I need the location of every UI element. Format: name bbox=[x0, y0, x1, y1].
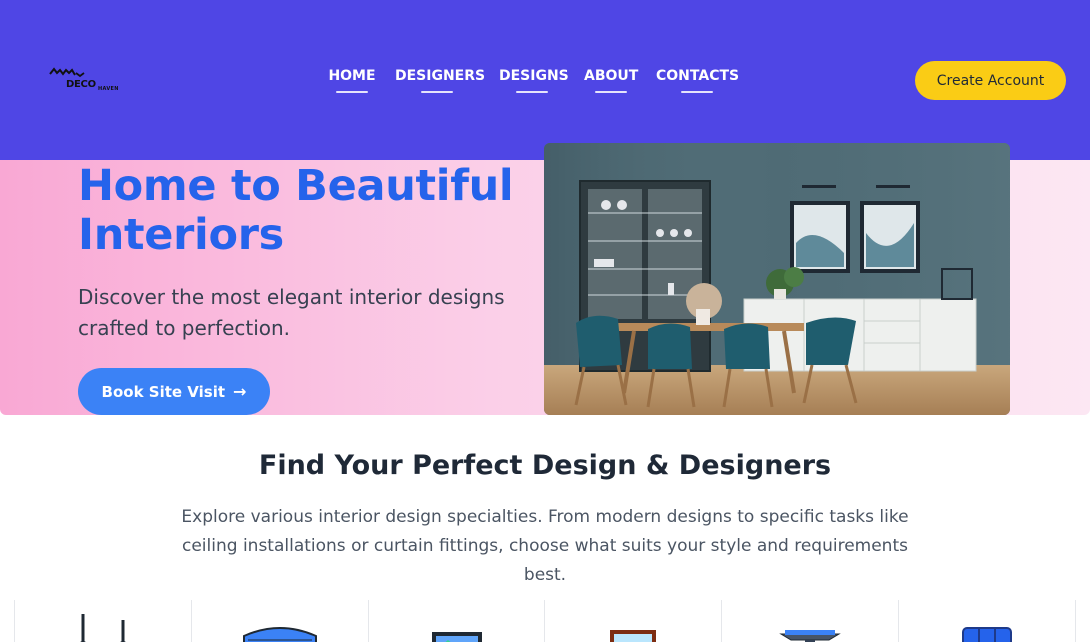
hero-subtitle: Discover the most elegant interior desig… bbox=[78, 285, 505, 340]
nav-contacts-label: CONTACTS bbox=[656, 68, 740, 84]
category-card-wardrobe[interactable] bbox=[898, 600, 1076, 642]
wardrobe-icon bbox=[962, 627, 1013, 642]
nav-designers-label: DESIGNERS bbox=[395, 68, 486, 84]
nav-underline bbox=[595, 91, 627, 93]
create-account-button[interactable]: Create Account bbox=[915, 61, 1066, 100]
nav-underline bbox=[421, 91, 453, 93]
category-card-ceiling[interactable] bbox=[14, 600, 191, 642]
nav-about-label: ABOUT bbox=[584, 68, 639, 84]
category-card-lamp[interactable] bbox=[721, 600, 898, 642]
nav-contacts[interactable]: CONTACTS bbox=[656, 68, 740, 93]
nav-home[interactable]: HOME bbox=[328, 68, 376, 93]
wall-art-icon bbox=[431, 632, 482, 642]
section-description: Explore various interior design specialt… bbox=[181, 507, 909, 585]
nav-about[interactable]: ABOUT bbox=[584, 68, 638, 93]
painting-frame-icon bbox=[610, 630, 657, 642]
nav-home-label: HOME bbox=[328, 68, 376, 84]
nav-designers[interactable]: DESIGNERS bbox=[395, 68, 485, 93]
nav-designs-label: DESIGNS bbox=[499, 68, 569, 84]
nav-underline bbox=[680, 91, 713, 93]
book-site-visit-label: Book Site Visit bbox=[101, 382, 226, 401]
lamp-icon bbox=[779, 630, 842, 642]
curtain-icon bbox=[242, 627, 317, 642]
section-title: Find Your Perfect Design & Designers bbox=[258, 450, 832, 481]
category-card-painting[interactable] bbox=[544, 600, 721, 642]
nav-underline bbox=[516, 91, 548, 93]
header: DECO HAVEN HOME DESIGNERS DESIGNS ABOUT … bbox=[0, 0, 1090, 160]
hero-title: Home to Beautiful Interiors bbox=[78, 161, 514, 260]
category-card-curtain[interactable] bbox=[190, 600, 368, 642]
nav-underline bbox=[336, 91, 368, 93]
category-card-wall-art[interactable] bbox=[367, 600, 545, 642]
ceiling-light-icon bbox=[79, 614, 126, 642]
arrow-right-icon: → bbox=[233, 382, 247, 401]
dining-room-image bbox=[544, 143, 1010, 415]
book-site-visit-button[interactable]: Book Site Visit → bbox=[78, 368, 270, 415]
nav-designs[interactable]: DESIGNS bbox=[499, 68, 569, 93]
category-cards bbox=[14, 600, 1076, 642]
